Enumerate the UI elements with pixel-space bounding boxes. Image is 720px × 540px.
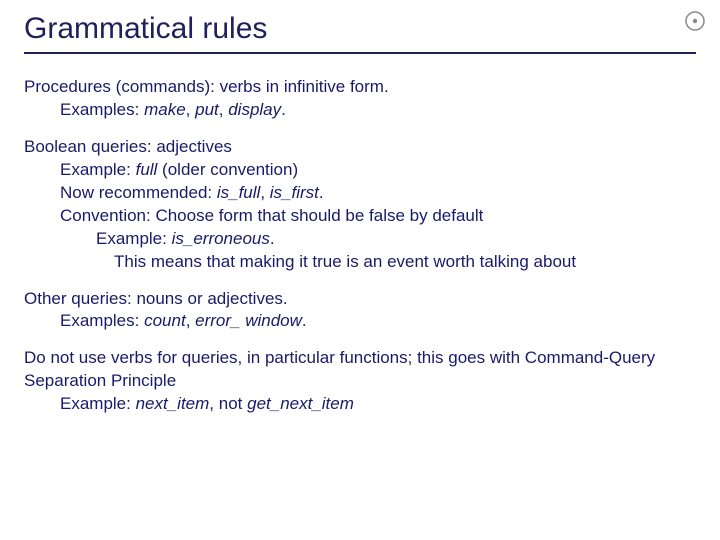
- text-line: Now recommended: is_full, is_first.: [60, 182, 696, 205]
- text-line: This means that making it true is an eve…: [42, 251, 696, 274]
- keyword-next-item: next_item: [136, 394, 210, 413]
- text-line: Examples: make, put, display.: [60, 99, 696, 122]
- keyword-is-erroneous: is_erroneous: [172, 229, 270, 248]
- keyword-put: put: [195, 100, 219, 119]
- paragraph-procedures: Procedures (commands): verbs in infiniti…: [24, 76, 696, 122]
- text-line: Example: is_erroneous.: [96, 228, 696, 251]
- text-line: Procedures (commands): verbs in infiniti…: [24, 76, 696, 99]
- text: .: [319, 183, 324, 202]
- text: ,: [260, 183, 269, 202]
- corner-logo-icon: [684, 10, 706, 32]
- text: ,: [219, 100, 228, 119]
- text-line: Example: next_item, not get_next_item: [60, 393, 696, 416]
- text: .: [281, 100, 286, 119]
- text: ,: [186, 100, 195, 119]
- keyword-count: count: [144, 311, 186, 330]
- text-line: Example: full (older convention): [60, 159, 696, 182]
- keyword-is-first: is_first: [270, 183, 319, 202]
- text-line: Other queries: nouns or adjectives.: [24, 288, 696, 311]
- text: ,: [186, 311, 195, 330]
- text: This means that making it true is an eve…: [60, 252, 576, 271]
- paragraph-other-queries: Other queries: nouns or adjectives. Exam…: [24, 288, 696, 334]
- slide-title: Grammatical rules: [24, 12, 696, 54]
- keyword-make: make: [144, 100, 186, 119]
- text-line: Examples: count, error_ window.: [60, 310, 696, 333]
- keyword-error-window: error_ window: [195, 311, 302, 330]
- text: Example:: [60, 160, 136, 179]
- text: Examples:: [60, 311, 144, 330]
- text-line: Boolean queries: adjectives: [24, 136, 696, 159]
- keyword-display: display: [228, 100, 281, 119]
- text: Examples:: [60, 100, 144, 119]
- keyword-is-full: is_full: [217, 183, 260, 202]
- text: , not: [209, 394, 247, 413]
- keyword-get-next-item: get_next_item: [247, 394, 354, 413]
- text: (older convention): [157, 160, 298, 179]
- text-line: Do not use verbs for queries, in particu…: [24, 347, 696, 393]
- paragraph-boolean: Boolean queries: adjectives Example: ful…: [24, 136, 696, 274]
- slide-body: Procedures (commands): verbs in infiniti…: [24, 76, 696, 416]
- text: .: [270, 229, 275, 248]
- text: Example:: [96, 229, 172, 248]
- text: Now recommended:: [60, 183, 217, 202]
- text-line: Convention: Choose form that should be f…: [60, 205, 696, 228]
- paragraph-no-verbs: Do not use verbs for queries, in particu…: [24, 347, 696, 416]
- text: Example:: [60, 394, 136, 413]
- keyword-full: full: [136, 160, 158, 179]
- text: .: [302, 311, 307, 330]
